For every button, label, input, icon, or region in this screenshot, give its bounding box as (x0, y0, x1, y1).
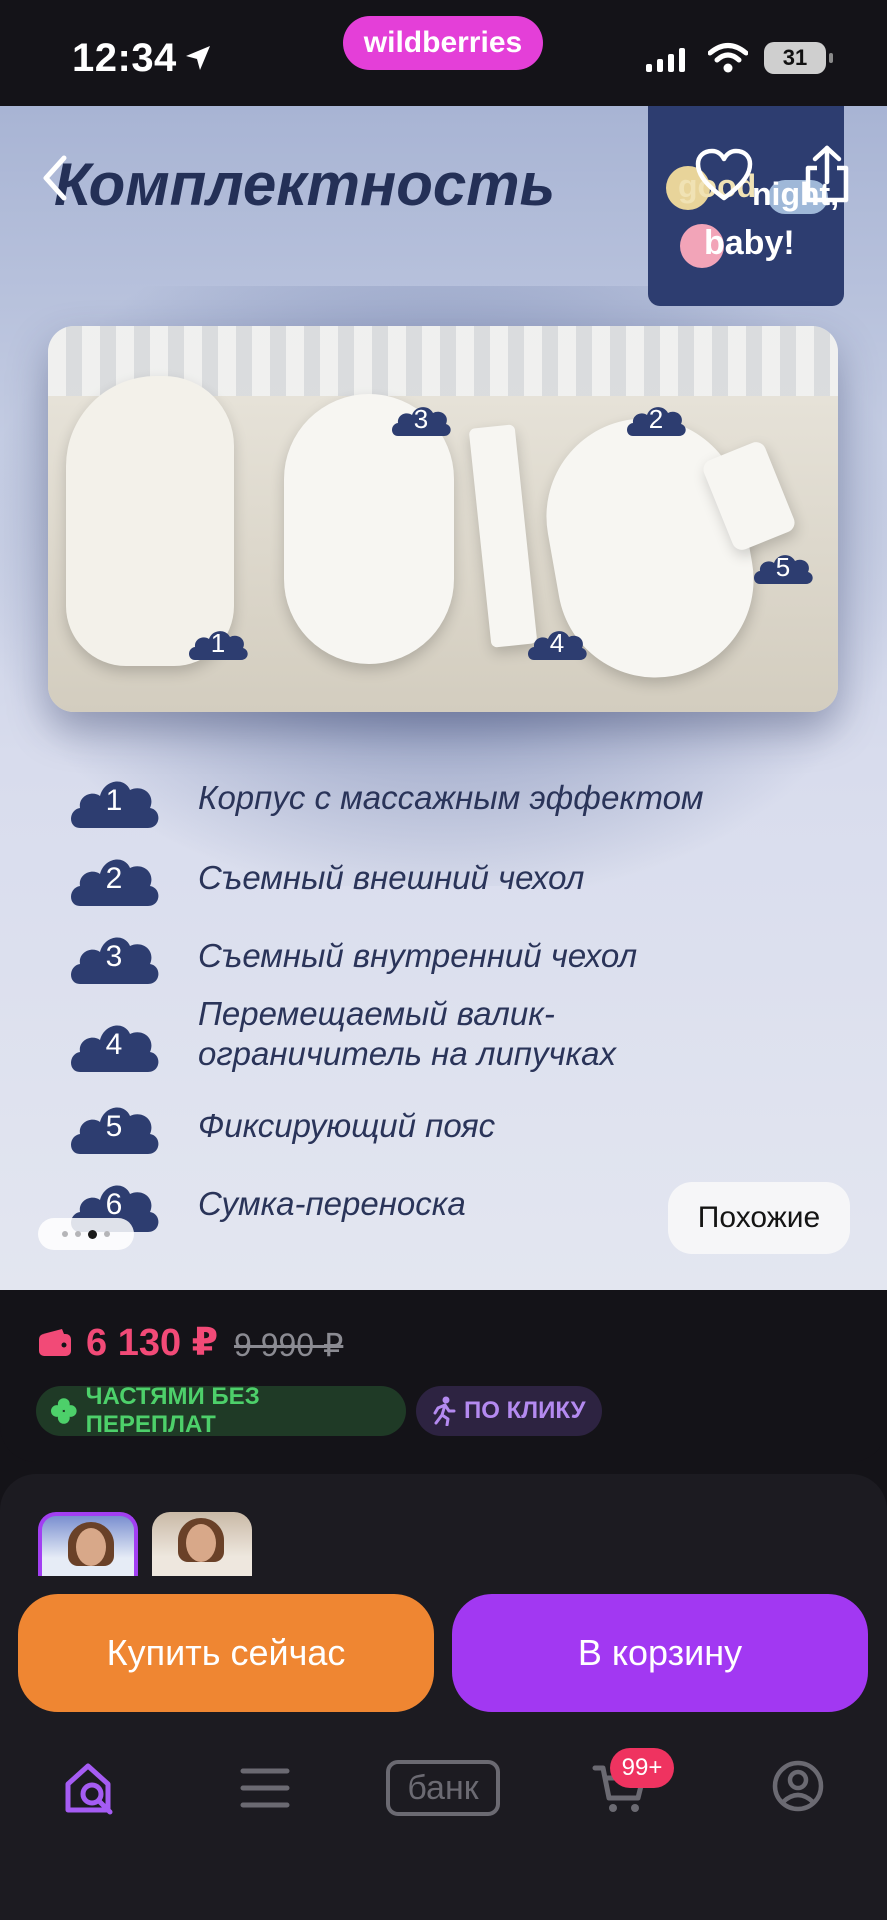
gallery-title: Комплектность (54, 151, 556, 218)
old-price: 9 990 ₽ (234, 1327, 344, 1363)
logo-word-baby: baby! (704, 224, 795, 262)
bottom-tab-bar: банк 99+ (0, 1730, 887, 1920)
wallet-icon (39, 1329, 71, 1356)
home-search-icon[interactable] (62, 1760, 120, 1816)
battery-indicator: 31 (764, 42, 833, 74)
brand-logo: wildberries (343, 16, 543, 70)
wifi-icon (708, 43, 748, 73)
running-person-icon (433, 1396, 456, 1426)
page-dot-active (88, 1229, 97, 1239)
bank-tab[interactable]: банк (386, 1760, 500, 1816)
product-gallery[interactable]: good night, baby! Комплектность 1 2 3 4 … (0, 106, 887, 1290)
similar-button[interactable]: Похожие (668, 1182, 850, 1254)
page-dot (104, 1231, 110, 1237)
signal-icon (646, 48, 685, 72)
favorite-heart-icon[interactable] (694, 148, 754, 204)
variant-thumbnail[interactable] (152, 1512, 252, 1576)
page-dot (75, 1231, 81, 1237)
photo-label: 3 (388, 398, 454, 438)
back-chevron-icon[interactable] (36, 150, 76, 206)
one-click-badge[interactable]: ПО КЛИКУ (416, 1386, 602, 1436)
installment-label: ЧАСТЯМИ БЕЗ ПЕРЕПЛАТ (85, 1383, 260, 1438)
location-arrow-icon (186, 46, 210, 70)
add-to-cart-button[interactable]: В корзину (452, 1594, 868, 1712)
variant-thumbnail-selected[interactable] (38, 1512, 138, 1576)
gallery-page-indicator (38, 1218, 134, 1250)
photo-label: 2 (623, 398, 689, 438)
share-icon[interactable] (800, 144, 854, 204)
current-price: 6 130 ₽ (86, 1322, 219, 1364)
installment-badge[interactable]: ЧАСТЯМИ БЕЗ ПЕРЕПЛАТ (36, 1383, 406, 1438)
photo-label: 5 (750, 546, 816, 586)
photo-label: 4 (524, 622, 590, 662)
brand-badge: good night, baby! (648, 106, 844, 306)
buy-now-button[interactable]: Купить сейчас (18, 1594, 434, 1712)
cart-count-badge: 99+ (610, 1748, 674, 1788)
product-photo: 1 2 3 4 5 (48, 326, 838, 712)
page-dot (62, 1231, 68, 1237)
clover-icon (50, 1398, 77, 1424)
catalog-menu-icon[interactable] (240, 1766, 290, 1810)
one-click-label: ПО КЛИКУ (464, 1397, 586, 1424)
profile-icon[interactable] (772, 1760, 824, 1812)
status-bar: 12:34 wildberries 31 (0, 0, 887, 106)
price-panel: 6 130 ₽ 9 990 ₽ ЧАСТЯМИ БЕЗ ПЕРЕПЛАТ ПО … (0, 1290, 887, 1462)
status-time: 12:34 (72, 36, 177, 80)
photo-label: 1 (185, 622, 251, 662)
